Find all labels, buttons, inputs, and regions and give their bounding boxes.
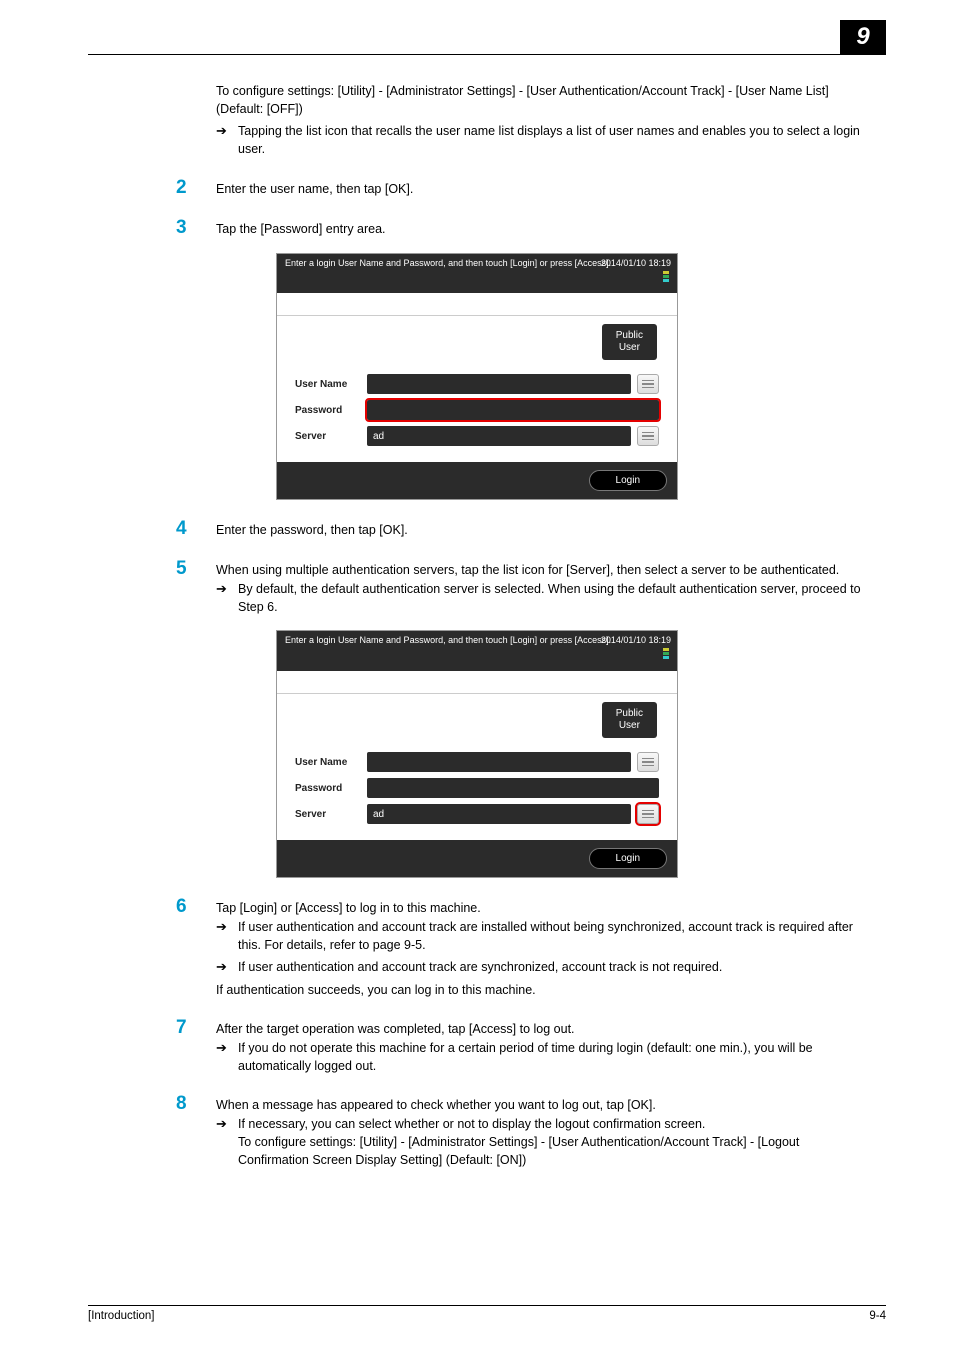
- login-prompt-text: Enter a login User Name and Password, an…: [285, 258, 611, 268]
- login-button-2[interactable]: Login: [589, 848, 667, 869]
- login-screenshot-server: Enter a login User Name and Password, an…: [276, 630, 678, 878]
- user-name-list-icon[interactable]: [637, 374, 659, 394]
- step-7-text: After the target operation was completed…: [216, 1020, 575, 1038]
- step-4-text: Enter the password, then tap [OK].: [216, 521, 408, 539]
- user-name-list-icon-2[interactable]: [637, 752, 659, 772]
- login-prompt-bar: Enter a login User Name and Password, an…: [277, 254, 677, 294]
- step-7-number: 7: [176, 1017, 216, 1039]
- server-list-icon[interactable]: [637, 426, 659, 446]
- server-input-2[interactable]: ad: [367, 804, 631, 824]
- password-label: Password: [295, 405, 367, 416]
- user-name-input-2[interactable]: [367, 752, 631, 772]
- step-4-number: 4: [176, 518, 216, 540]
- password-input[interactable]: [367, 400, 659, 420]
- server-list-icon-2[interactable]: [637, 804, 659, 824]
- server-label-2: Server: [295, 809, 367, 820]
- step-3: 3 Tap the [Password] entry area.: [176, 217, 866, 239]
- login-prompt-bar-2: Enter a login User Name and Password, an…: [277, 631, 677, 671]
- step-6-number: 6: [176, 896, 216, 918]
- status-lights-icon: [661, 270, 671, 283]
- step-4: 4 Enter the password, then tap [OK].: [176, 518, 866, 540]
- user-name-label-2: User Name: [295, 757, 367, 768]
- step-5-text: When using multiple authentication serve…: [216, 561, 839, 579]
- password-input-2[interactable]: [367, 778, 659, 798]
- user-name-label: User Name: [295, 379, 367, 390]
- intro-list-icon-text: Tapping the list icon that recalls the u…: [216, 122, 866, 158]
- user-name-input[interactable]: [367, 374, 631, 394]
- step-6: 6 Tap [Login] or [Access] to log in to t…: [176, 896, 866, 918]
- server-label: Server: [295, 431, 367, 442]
- login-screenshot-password: Enter a login User Name and Password, an…: [276, 253, 678, 501]
- login-prompt-text-2: Enter a login User Name and Password, an…: [285, 635, 611, 645]
- login-tab-bar: [277, 293, 677, 316]
- login-tab-bar-2: [277, 671, 677, 694]
- step-5-bullet: By default, the default authentication s…: [216, 580, 866, 616]
- step-5-number: 5: [176, 558, 216, 580]
- login-datetime-2: 2014/01/10 18:19: [601, 635, 671, 647]
- status-lights-icon-2: [661, 647, 671, 660]
- step-7-bullet: If you do not operate this machine for a…: [216, 1039, 866, 1075]
- step-8-number: 8: [176, 1093, 216, 1115]
- intro-configure-text: To configure settings: [Utility] - [Admi…: [216, 82, 866, 118]
- chapter-number-tab: 9: [840, 20, 886, 54]
- step-6-text: Tap [Login] or [Access] to log in to thi…: [216, 899, 481, 917]
- password-label-2: Password: [295, 783, 367, 794]
- step-8-text: When a message has appeared to check whe…: [216, 1096, 656, 1114]
- login-button[interactable]: Login: [589, 470, 667, 491]
- step-6-bullet-1: If user authentication and account track…: [216, 918, 866, 954]
- step-3-number: 3: [176, 217, 216, 239]
- step-2-number: 2: [176, 177, 216, 199]
- step-2: 2 Enter the user name, then tap [OK].: [176, 177, 866, 199]
- step-5: 5 When using multiple authentication ser…: [176, 558, 866, 580]
- page-footer: [Introduction] 9-4: [88, 1305, 886, 1322]
- login-datetime: 2014/01/10 18:19: [601, 258, 671, 270]
- step-7: 7 After the target operation was complet…: [176, 1017, 866, 1039]
- footer-left: [Introduction]: [88, 1310, 154, 1322]
- step-8-bullet: If necessary, you can select whether or …: [216, 1115, 866, 1169]
- header-rule: [88, 54, 886, 55]
- public-user-button[interactable]: Public User: [602, 324, 657, 360]
- public-user-button-2[interactable]: Public User: [602, 702, 657, 738]
- step-8: 8 When a message has appeared to check w…: [176, 1093, 866, 1115]
- footer-right: 9-4: [869, 1310, 886, 1322]
- step-2-text: Enter the user name, then tap [OK].: [216, 180, 413, 198]
- step-3-text: Tap the [Password] entry area.: [216, 220, 386, 238]
- step-6-tail: If authentication succeeds, you can log …: [216, 981, 866, 999]
- step-6-bullet-2: If user authentication and account track…: [216, 958, 866, 976]
- server-input[interactable]: ad: [367, 426, 631, 446]
